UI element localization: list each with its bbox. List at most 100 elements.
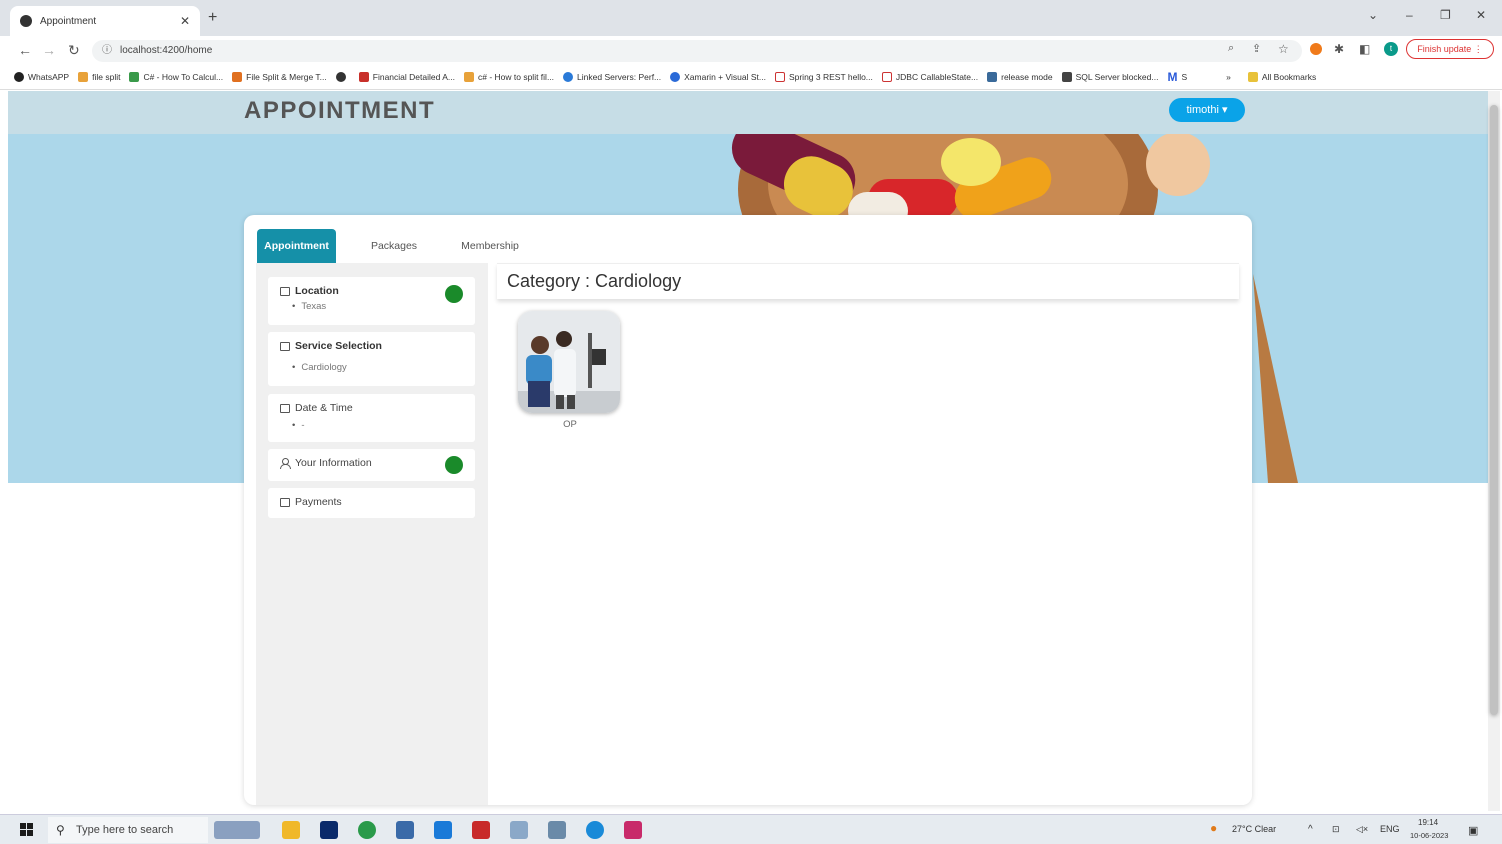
tab-search-icon[interactable]: ⌄: [1368, 8, 1378, 22]
bookmark-item[interactable]: [335, 71, 350, 82]
bookmark-label: Xamarin + Visual St...: [684, 71, 766, 82]
folder-icon: [1247, 71, 1258, 82]
address-bar[interactable]: ⓘ localhost:4200/home: [92, 40, 1302, 62]
java-icon: [78, 71, 89, 82]
bookmark-item[interactable]: JDBC CallableState...: [881, 71, 978, 82]
xamarin-icon: [670, 71, 681, 82]
bookmark-label: Linked Servers: Perf...: [577, 71, 662, 82]
network-icon[interactable]: ⊡: [1332, 824, 1340, 835]
reload-icon[interactable]: ↻: [68, 42, 80, 59]
user-menu-button[interactable]: timothi ▾: [1169, 98, 1245, 122]
step-value: Cardiology: [280, 362, 463, 373]
page: APPOINTMENT timothi ▾ Appointment Packag…: [8, 91, 1488, 811]
photoshop-icon[interactable]: [320, 821, 338, 839]
bookmark-item[interactable]: Xamarin + Visual St...: [670, 71, 766, 82]
page-icon: [774, 71, 785, 82]
bookmark-item[interactable]: MS: [1167, 70, 1187, 84]
booking-card: Appointment Packages Membership Location…: [244, 215, 1252, 805]
clock-time[interactable]: 19:14: [1418, 818, 1438, 827]
step-title: Date & Time: [295, 402, 353, 414]
zoom-icon[interactable]: ⌕: [1228, 42, 1234, 55]
tabs-bar: Appointment Packages Membership: [244, 215, 1252, 263]
bookmark-item[interactable]: c# - How to split fil...: [463, 71, 554, 82]
step-payments[interactable]: Payments: [268, 488, 475, 518]
app-icon[interactable]: [624, 821, 642, 839]
search-placeholder: Type here to search: [76, 824, 174, 836]
bookmark-item[interactable]: SQL Server blocked...: [1061, 71, 1158, 82]
vscode-icon[interactable]: [434, 821, 452, 839]
bookmark-item[interactable]: Linked Servers: Perf...: [563, 71, 662, 82]
file-explorer-icon[interactable]: [282, 821, 300, 839]
volume-icon[interactable]: ◁×: [1356, 824, 1368, 835]
chrome-icon[interactable]: [358, 821, 376, 839]
stackoverflow-icon: [463, 71, 474, 82]
language-indicator[interactable]: ENG: [1380, 824, 1400, 834]
weather-text[interactable]: 27°C Clear: [1232, 824, 1276, 834]
bookmarks-bar: WhatsAPP file split C# - How To Calcul..…: [0, 64, 1502, 90]
filezilla-icon[interactable]: [472, 821, 490, 839]
windows-start-icon[interactable]: [20, 823, 33, 836]
step-value: Texas: [280, 301, 463, 312]
step-service-selection[interactable]: Service Selection Cardiology: [268, 332, 475, 386]
tab-membership[interactable]: Membership: [452, 229, 528, 263]
scrollbar-thumb[interactable]: [1490, 105, 1498, 715]
step-location[interactable]: Location Texas: [268, 277, 475, 325]
extensions-puzzle-icon[interactable]: ✱: [1334, 42, 1344, 56]
tab-appointment[interactable]: Appointment: [257, 229, 336, 263]
step-date-time[interactable]: Date & Time -: [268, 394, 475, 442]
notifications-icon[interactable]: ▣: [1468, 824, 1478, 837]
bookmark-item[interactable]: release mode: [987, 71, 1053, 82]
tab-packages[interactable]: Packages: [356, 229, 432, 263]
side-panel-icon[interactable]: ◧: [1359, 42, 1370, 56]
ssms-icon[interactable]: [396, 821, 414, 839]
all-bookmarks-item[interactable]: All Bookmarks: [1247, 71, 1317, 82]
close-tab-icon[interactable]: ✕: [180, 14, 190, 28]
bookmark-star-icon[interactable]: ☆: [1278, 42, 1289, 56]
bookmark-item[interactable]: C# - How To Calcul...: [129, 71, 223, 82]
service-card-op[interactable]: OP: [518, 311, 622, 430]
page-icon: [987, 71, 998, 82]
bookmark-label: Spring 3 REST hello...: [788, 71, 873, 82]
bookmark-item[interactable]: Spring 3 REST hello...: [774, 71, 873, 82]
back-icon[interactable]: ←: [18, 42, 32, 58]
extension-icon[interactable]: [1310, 43, 1322, 55]
doctor-patient-illustration: [518, 311, 620, 413]
calendar-icon: [280, 497, 290, 507]
clock-date[interactable]: 10-06-2023: [1410, 831, 1448, 840]
share-icon[interactable]: ⇪: [1252, 42, 1261, 55]
bookmark-label: file split: [92, 71, 121, 82]
forward-icon[interactable]: →: [42, 42, 56, 58]
page-icon: [358, 71, 369, 82]
bookmark-item[interactable]: File Split & Merge T...: [232, 71, 327, 82]
more-bookmarks-button[interactable]: »: [1226, 72, 1231, 82]
taskbar-search-input[interactable]: ⚲ Type here to search: [48, 817, 208, 843]
step-your-information[interactable]: Your Information: [268, 449, 475, 481]
new-tab-icon[interactable]: +: [208, 9, 217, 27]
minimize-icon[interactable]: –: [1406, 8, 1413, 22]
finish-update-button[interactable]: Finish update ⋮: [1406, 39, 1494, 59]
user-icon: [280, 458, 291, 469]
window-close-icon[interactable]: ✕: [1476, 8, 1486, 22]
bookmark-item[interactable]: Financial Detailed A...: [358, 71, 455, 82]
page-icon: [129, 71, 140, 82]
steps-sidebar: Location Texas Service Selection Cardiol…: [256, 263, 488, 805]
bookmark-item[interactable]: file split: [78, 71, 121, 82]
bookmark-item[interactable]: WhatsAPP: [14, 71, 69, 82]
page-scrollbar[interactable]: [1488, 91, 1500, 811]
step-value: -: [280, 420, 463, 431]
gmail-icon: M: [1167, 69, 1178, 84]
calculator-icon[interactable]: [548, 821, 566, 839]
site-info-icon[interactable]: ⓘ: [102, 40, 112, 62]
restore-icon[interactable]: ❐: [1440, 8, 1451, 22]
edge-icon[interactable]: [586, 821, 604, 839]
browser-tab[interactable]: Appointment ✕: [10, 6, 200, 36]
weather-icon: ●: [1210, 821, 1218, 835]
bookmark-label: All Bookmarks: [1261, 71, 1317, 82]
app-icon[interactable]: [510, 821, 528, 839]
bookmark-label: release mode: [1001, 71, 1053, 82]
page-icon: [232, 71, 243, 82]
tab-title: Appointment: [40, 15, 97, 27]
tray-chevron-icon[interactable]: ^: [1308, 824, 1313, 835]
news-widget-icon[interactable]: [214, 821, 260, 839]
profile-avatar[interactable]: t: [1384, 42, 1398, 56]
